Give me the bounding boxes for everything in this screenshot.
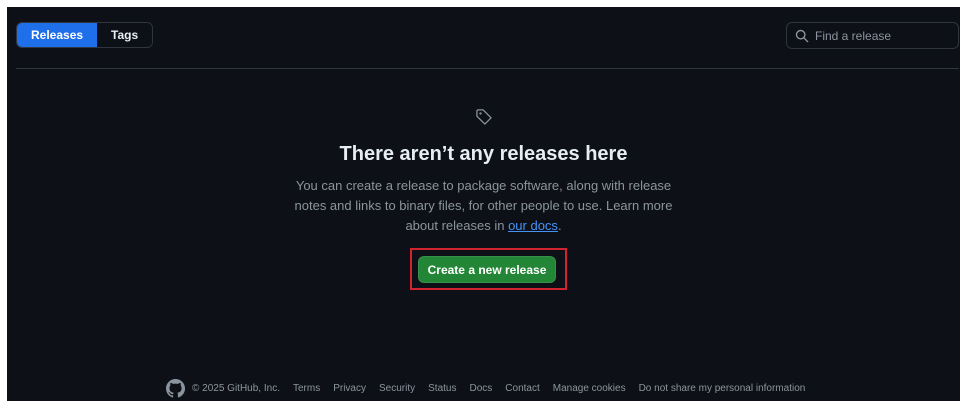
- search-icon: [795, 29, 809, 42]
- releases-page: Releases Tags There aren’t any releases …: [7, 7, 960, 401]
- footer-link-privacy[interactable]: Privacy: [333, 383, 366, 394]
- tag-icon: [475, 109, 492, 125]
- footer-link-status[interactable]: Status: [428, 383, 456, 394]
- releases-tags-switcher: Releases Tags: [16, 22, 154, 48]
- footer-link-manage-cookies[interactable]: Manage cookies: [553, 383, 626, 394]
- description-end: .: [557, 218, 562, 233]
- create-release-button[interactable]: Create a new release: [418, 256, 556, 283]
- footer-link-security[interactable]: Security: [379, 383, 415, 394]
- footer-link-contact[interactable]: Contact: [505, 383, 539, 394]
- docs-link[interactable]: our docs: [508, 218, 558, 233]
- description-text: You can create a release to package soft…: [294, 178, 673, 233]
- footer-link-terms[interactable]: Terms: [293, 383, 320, 394]
- header-divider: [16, 68, 959, 69]
- footer-copyright: © 2025 GitHub, Inc.: [192, 382, 280, 394]
- github-logo-icon[interactable]: [166, 378, 185, 398]
- empty-state-title: There aren’t any releases here: [339, 143, 628, 165]
- footer-link-docs[interactable]: Docs: [469, 383, 492, 394]
- empty-state: There aren’t any releases here You can c…: [7, 107, 960, 236]
- tab-tags[interactable]: Tags: [97, 23, 153, 47]
- footer-link-do-not-share[interactable]: Do not share my personal information: [639, 383, 806, 394]
- tab-releases[interactable]: Releases: [17, 23, 98, 47]
- search-input[interactable]: [815, 28, 958, 43]
- footer: © 2025 GitHub, Inc. Terms Privacy Securi…: [166, 378, 806, 398]
- empty-state-description: You can create a release to package soft…: [279, 176, 689, 236]
- release-search[interactable]: [786, 22, 959, 49]
